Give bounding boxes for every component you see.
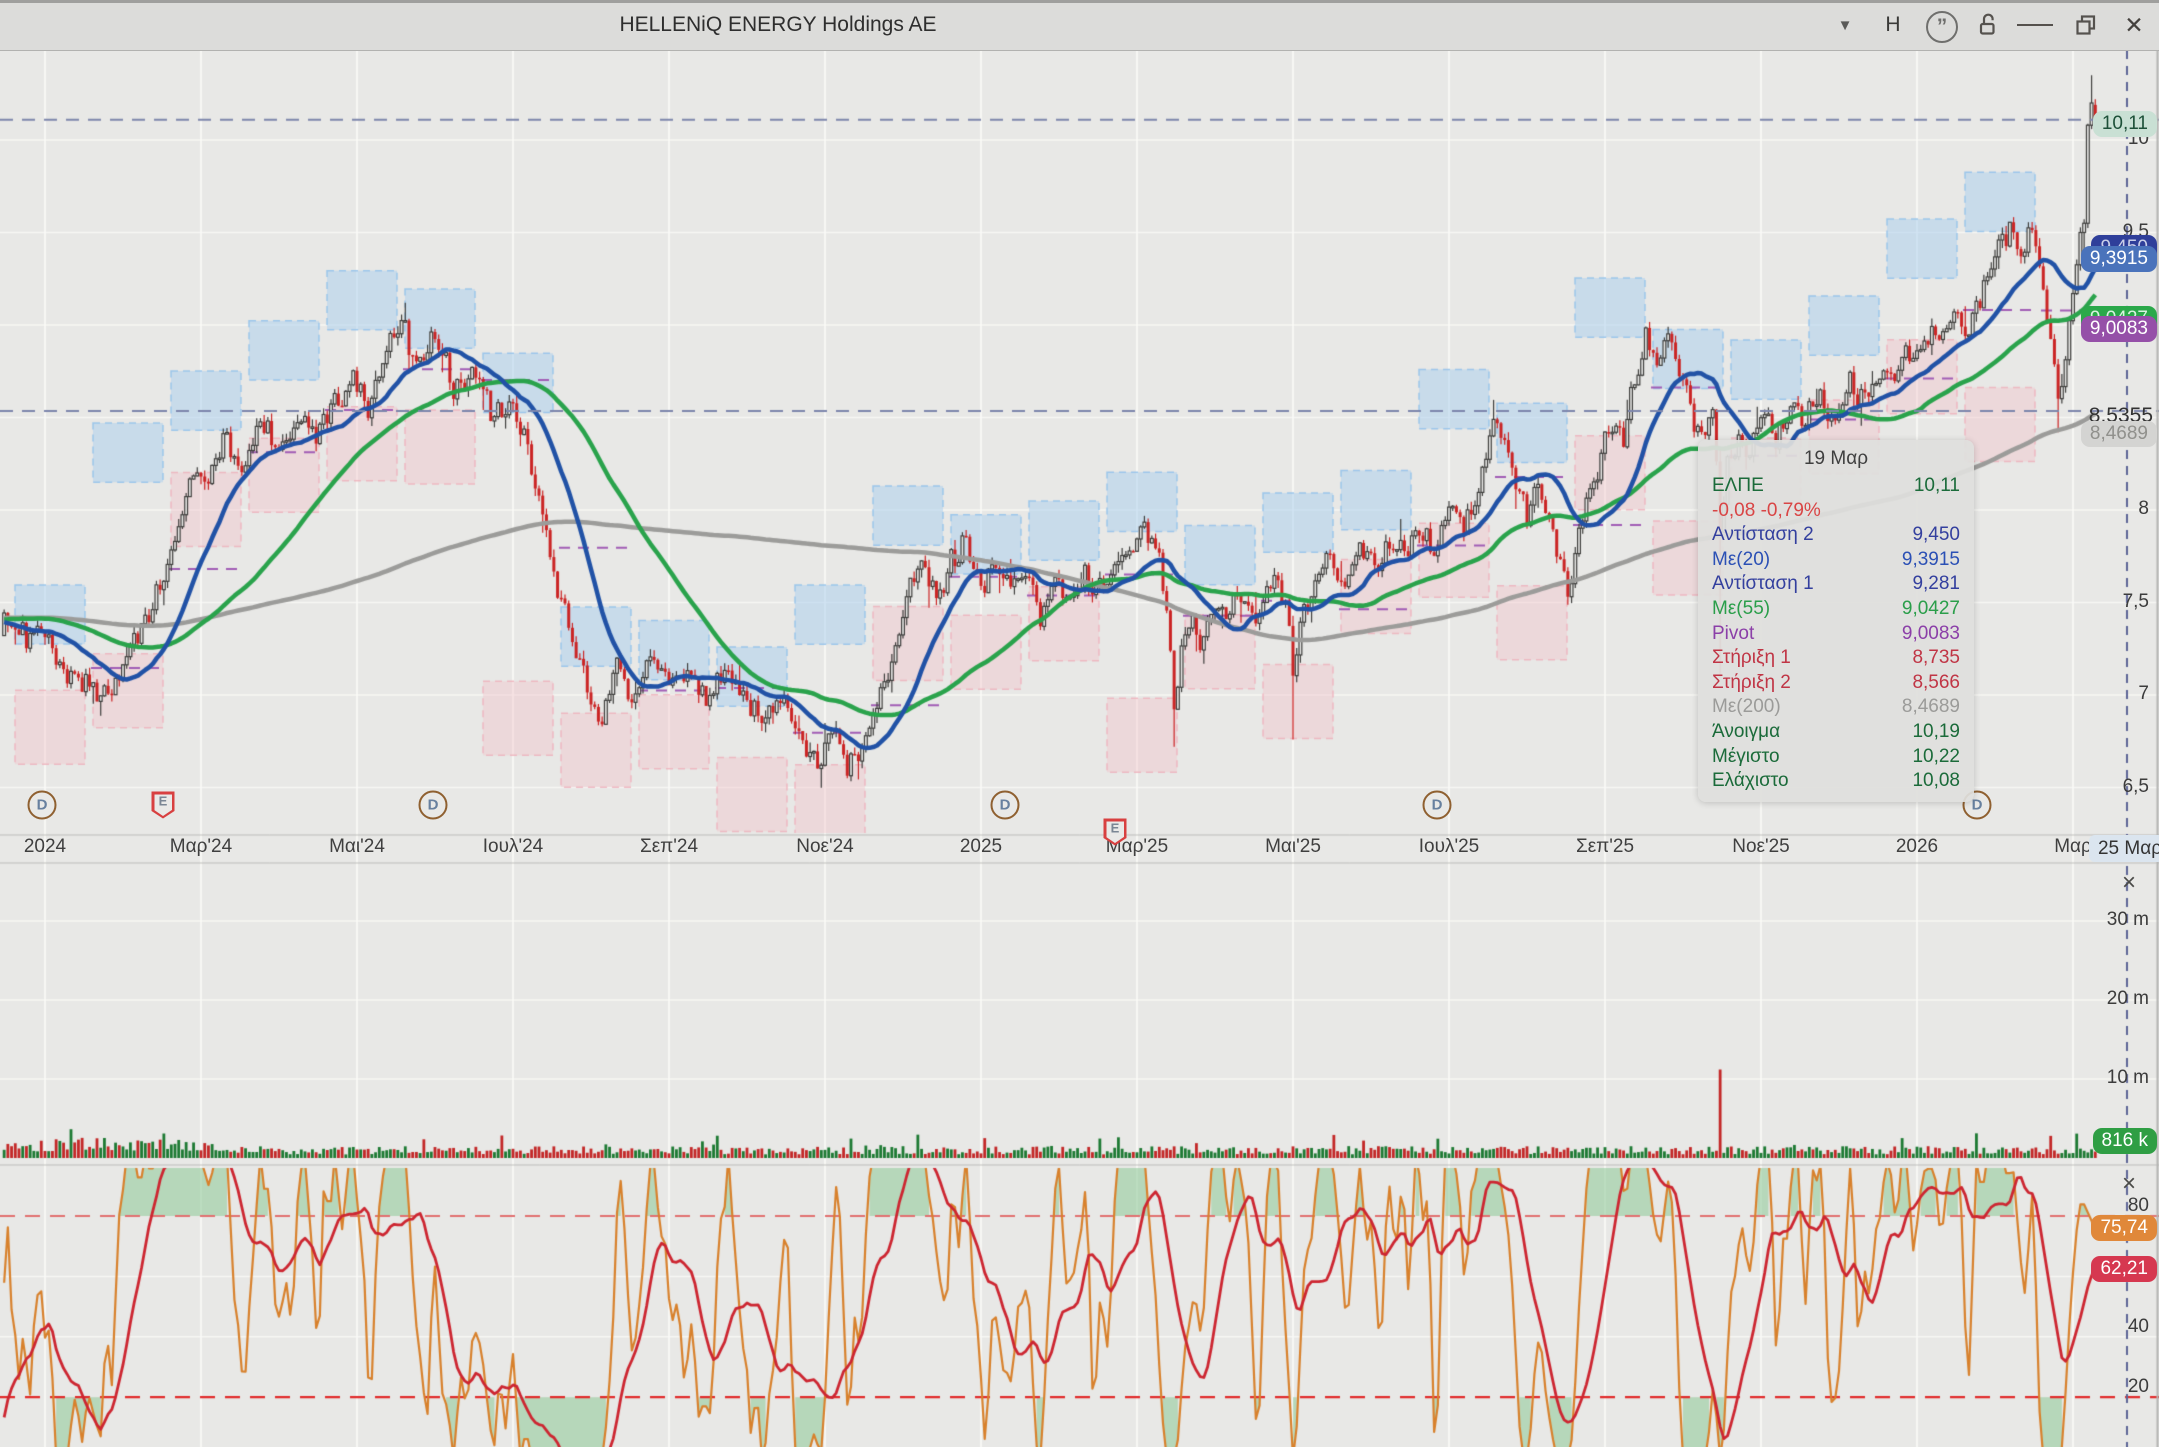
unlock-icon-svg bbox=[1978, 13, 1998, 37]
interval-button[interactable]: H bbox=[1885, 11, 1900, 39]
quote-icon[interactable]: ” bbox=[1926, 11, 1958, 43]
window-top-edge bbox=[0, 0, 2159, 3]
window-title: HELLENiQ ENERGY Holdings AE bbox=[619, 13, 936, 37]
close-volume-panel-button[interactable]: × bbox=[2114, 868, 2144, 898]
restore-window-icon[interactable] bbox=[2075, 11, 2097, 39]
unlock-icon[interactable] bbox=[1978, 11, 1998, 39]
close-window-icon[interactable]: ✕ bbox=[2124, 11, 2143, 39]
chart-canvas[interactable] bbox=[0, 0, 2159, 1447]
window-titlebar: HELLENiQ ENERGY Holdings AE ▼ H ” ✕ bbox=[0, 0, 2159, 51]
restore-icon-svg bbox=[2075, 14, 2097, 36]
application-window: 10,11 9,450 9,3915 9,0427 9,0083 8,5355 … bbox=[0, 0, 2159, 1447]
close-oscillator-panel-button[interactable]: × bbox=[2114, 1169, 2144, 1199]
chevron-down-icon[interactable]: ▼ bbox=[1838, 11, 1853, 39]
menu-icon[interactable] bbox=[2017, 11, 2053, 39]
